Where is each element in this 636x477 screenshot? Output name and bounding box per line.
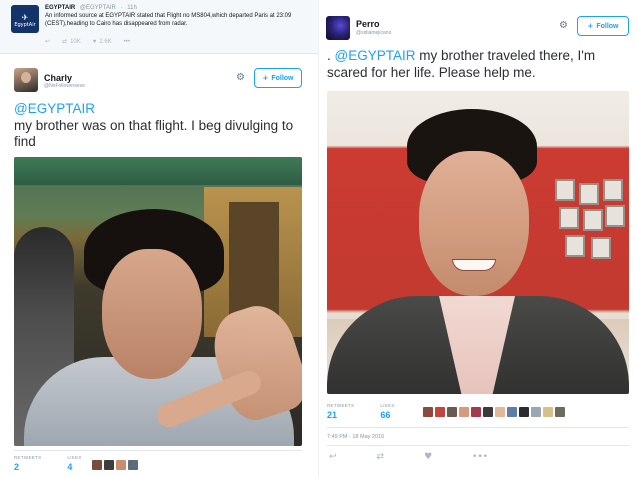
follow-label: Follow — [271, 74, 294, 82]
liker-avatar[interactable] — [459, 407, 469, 417]
retweets-label: RETWEETS — [14, 455, 42, 460]
mention-link[interactable]: @EGYPTAIR — [335, 48, 416, 63]
liker-avatar[interactable] — [128, 460, 138, 470]
author-handle[interactable]: @NoFollowersese — [44, 83, 85, 89]
tweet-body: my brother was on that flight. I beg div… — [14, 117, 294, 150]
mention-link[interactable]: @EGYPTAIR — [14, 101, 95, 116]
tweet-actions: ↩ ⇄ ♥ ••• — [329, 452, 488, 462]
tweet-photo[interactable] — [327, 91, 629, 394]
follow-button[interactable]: + Follow — [254, 68, 302, 88]
follow-button[interactable]: + Follow — [577, 16, 629, 36]
liker-avatar[interactable] — [507, 407, 517, 417]
heart-icon[interactable]: ♥ — [424, 452, 432, 462]
tweet-stats: RETWEETS 21 LIKES 66 — [327, 403, 421, 420]
likers-avatars — [92, 460, 138, 470]
quoted-tweet-author[interactable]: EGYPTAIR — [45, 5, 75, 11]
tweet-text: @EGYPTAIR my brother was on that flight.… — [14, 101, 304, 151]
retweet-icon: ⇄ — [62, 39, 68, 45]
liker-avatar[interactable] — [104, 460, 114, 470]
retweet-count: 10K — [70, 38, 81, 45]
quoted-tweet[interactable]: ✈ EgyptAir EGYPTAIR @EGYPTAIR · 11h An i… — [0, 0, 318, 54]
retweets-label: RETWEETS — [327, 403, 355, 408]
liker-avatar[interactable] — [555, 407, 565, 417]
retweet-button[interactable]: ⇄ 10K — [62, 38, 81, 46]
gear-icon[interactable]: ⚙ — [236, 72, 245, 83]
likes-stat[interactable]: LIKES 66 — [380, 403, 394, 420]
tweet-photo[interactable] — [14, 157, 302, 446]
retweet-icon[interactable]: ⇄ — [377, 452, 385, 462]
like-button[interactable]: ♥ 2.6K — [93, 39, 112, 45]
author-name[interactable]: Charly — [44, 73, 72, 83]
liker-avatar[interactable] — [423, 407, 433, 417]
liker-avatar[interactable] — [116, 460, 126, 470]
likes-label: LIKES — [67, 455, 82, 460]
likes-stat[interactable]: LIKES 4 — [67, 455, 81, 472]
liker-avatar[interactable] — [435, 407, 445, 417]
likes-label: LIKES — [380, 403, 395, 408]
heart-icon: ♥ — [92, 38, 97, 45]
add-user-icon: + — [262, 74, 269, 82]
liker-avatar[interactable] — [495, 407, 505, 417]
divider — [327, 445, 629, 446]
liker-avatar[interactable] — [543, 407, 553, 417]
gear-icon[interactable]: ⚙ — [559, 20, 568, 31]
tweet-card-charly: Charly @NoFollowersese ⚙ + Follow @EGYPT… — [0, 54, 318, 477]
liker-avatar[interactable] — [531, 407, 541, 417]
likers-avatars — [423, 407, 565, 417]
add-user-icon: + — [587, 22, 594, 30]
like-count: 2.6K — [99, 38, 112, 45]
avatar[interactable] — [14, 68, 38, 92]
liker-avatar[interactable] — [471, 407, 481, 417]
liker-avatar[interactable] — [519, 407, 529, 417]
liker-avatar[interactable] — [483, 407, 493, 417]
egyptair-bird-icon: ✈ — [21, 13, 29, 22]
retweets-count: 2 — [14, 462, 20, 472]
retweets-count: 21 — [327, 410, 338, 420]
liker-avatar[interactable] — [92, 460, 102, 470]
egyptair-logo: ✈ EgyptAir — [11, 5, 39, 33]
reply-icon[interactable]: ↩ — [329, 452, 337, 462]
quoted-tweet-actions: ↩ ⇄ 10K ♥ 2.6K ••• — [45, 38, 130, 46]
reply-icon[interactable]: ↩ — [45, 38, 50, 45]
left-screenshot: ✈ EgyptAir EGYPTAIR @EGYPTAIR · 11h An i… — [0, 0, 318, 477]
author-name[interactable]: Perro — [356, 19, 380, 29]
divider — [327, 427, 629, 428]
right-screenshot: Perro @sidiamejicano ⚙ + Follow . @EGYPT… — [318, 0, 636, 477]
more-icon[interactable]: ••• — [124, 39, 130, 45]
egyptair-logo-text: EgyptAir — [14, 22, 36, 28]
liker-avatar[interactable] — [447, 407, 457, 417]
likes-count: 66 — [380, 410, 391, 420]
likes-count: 4 — [67, 462, 73, 472]
retweets-stat[interactable]: RETWEETS 21 — [327, 403, 354, 420]
retweets-stat[interactable]: RETWEETS 2 — [14, 455, 41, 472]
quoted-tweet-time[interactable]: 11h — [127, 5, 137, 11]
tweet-prefix: . — [327, 48, 335, 63]
follow-label: Follow — [596, 22, 619, 30]
quoted-tweet-text: An informed source at EGYPTAIR stated th… — [45, 13, 292, 27]
quoted-tweet-handle[interactable]: @EGYPTAIR — [80, 5, 116, 11]
tweet-text: . @EGYPTAIR my brother traveled there, I… — [327, 48, 627, 81]
divider — [14, 450, 302, 451]
tweet-timestamp[interactable]: 7:49 PM - 18 May 2016 — [327, 434, 384, 440]
author-handle[interactable]: @sidiamejicano — [356, 30, 391, 36]
more-icon[interactable]: ••• — [472, 452, 488, 462]
avatar[interactable] — [326, 16, 350, 40]
quoted-tweet-header: EGYPTAIR @EGYPTAIR · 11h — [45, 5, 137, 11]
